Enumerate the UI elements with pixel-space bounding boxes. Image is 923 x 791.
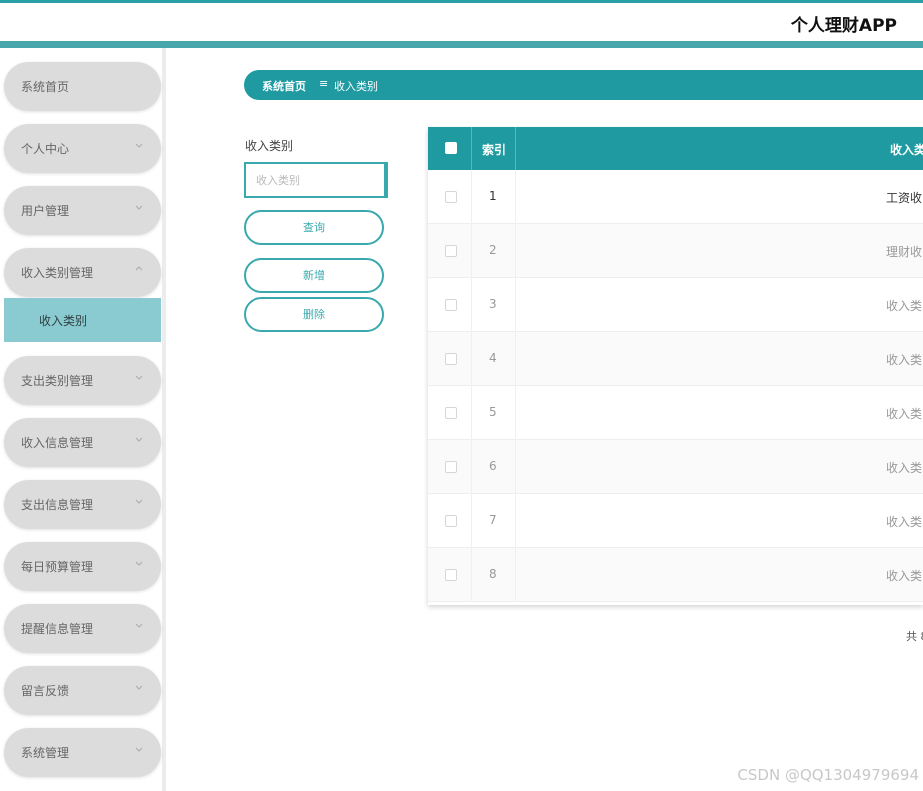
- sidebar-item-feedback[interactable]: 留言反馈: [4, 666, 161, 715]
- table-row[interactable]: 8 收入类: [428, 548, 923, 602]
- row-checkbox[interactable]: [445, 569, 457, 581]
- watermark: CSDN @QQ1304979694: [737, 766, 919, 784]
- row-checkbox[interactable]: [445, 515, 457, 527]
- row-index: 6: [489, 459, 497, 473]
- sidebar-item-label: 收入信息管理: [21, 436, 94, 450]
- sidebar-item-expense-category-management[interactable]: 支出类别管理: [4, 356, 161, 405]
- delete-button[interactable]: 删除: [244, 297, 384, 332]
- sidebar-item-label: 每日预算管理: [21, 560, 94, 574]
- table-row[interactable]: 2 理财收: [428, 224, 923, 278]
- row-name: 收入类: [886, 299, 923, 313]
- breadcrumb-separator: ≡: [319, 77, 329, 90]
- chevron-down-icon: [135, 143, 143, 148]
- sidebar-item-daily-budget-management[interactable]: 每日预算管理: [4, 542, 161, 591]
- row-index: 4: [489, 351, 497, 365]
- sidebar-subitem-label: 收入类别: [39, 314, 88, 328]
- add-button[interactable]: 新增: [244, 258, 384, 293]
- row-name: 收入类: [886, 353, 923, 367]
- row-index: 7: [489, 513, 497, 527]
- row-index: 3: [489, 297, 497, 311]
- header-bottom-line: [0, 41, 923, 48]
- table-row[interactable]: 6 收入类: [428, 440, 923, 494]
- sidebar-item-reminder-management[interactable]: 提醒信息管理: [4, 604, 161, 653]
- chevron-down-icon: [135, 747, 143, 752]
- row-name: 理财收: [886, 245, 923, 259]
- sidebar-item-income-info-management[interactable]: 收入信息管理: [4, 418, 161, 467]
- sidebar-item-label: 用户管理: [21, 204, 70, 218]
- search-input[interactable]: [244, 162, 388, 198]
- table-row[interactable]: 4 收入类: [428, 332, 923, 386]
- row-checkbox[interactable]: [445, 461, 457, 473]
- sidebar-item-label: 系统管理: [21, 746, 70, 760]
- sidebar-item-expense-info-management[interactable]: 支出信息管理: [4, 480, 161, 529]
- sidebar-item-label: 系统首页: [21, 80, 70, 94]
- sidebar-item-personal-center[interactable]: 个人中心: [4, 124, 161, 173]
- sidebar-item-label: 个人中心: [21, 142, 70, 156]
- table-row[interactable]: 7 收入类: [428, 494, 923, 548]
- chevron-down-icon: [135, 437, 143, 442]
- sidebar-item-label: 提醒信息管理: [21, 622, 94, 636]
- chevron-down-icon: [135, 623, 143, 628]
- header-checkbox-cell: [428, 127, 472, 170]
- row-checkbox[interactable]: [445, 407, 457, 419]
- column-header-index: 索引: [482, 143, 507, 157]
- row-name: 收入类: [886, 461, 923, 475]
- table-row[interactable]: 5 收入类: [428, 386, 923, 440]
- row-checkbox[interactable]: [445, 245, 457, 257]
- breadcrumb-current: 收入类别: [334, 80, 378, 93]
- row-name: 收入类: [886, 515, 923, 529]
- data-table: 索引 收入类 1 工资收 2 理财收 3 收入类 4 收入类 5 收入类 6 收…: [428, 127, 923, 605]
- sidebar-item-income-category-management[interactable]: 收入类别管理: [4, 248, 161, 297]
- chevron-down-icon: [135, 375, 143, 380]
- sidebar-item-system-management[interactable]: 系统管理: [4, 728, 161, 777]
- row-checkbox[interactable]: [445, 191, 457, 203]
- table-row[interactable]: 3 收入类: [428, 278, 923, 332]
- sidebar-subitem-income-category[interactable]: 收入类别: [4, 298, 161, 342]
- sidebar-item-label: 支出信息管理: [21, 498, 94, 512]
- row-name: 收入类: [886, 569, 923, 583]
- row-index: 5: [489, 405, 497, 419]
- sidebar-item-user-management[interactable]: 用户管理: [4, 186, 161, 235]
- breadcrumb: 系统首页 ≡ 收入类别: [244, 70, 923, 100]
- chevron-down-icon: [135, 205, 143, 210]
- row-index: 8: [489, 567, 497, 581]
- table-header: 索引 收入类: [428, 127, 923, 170]
- chevron-down-icon: [135, 499, 143, 504]
- sidebar-item-home[interactable]: 系统首页: [4, 62, 161, 111]
- column-header-name: 收入类: [890, 143, 923, 157]
- select-all-checkbox[interactable]: [445, 142, 457, 154]
- header-index-cell: 索引: [472, 127, 516, 170]
- row-name: 工资收: [886, 191, 923, 205]
- row-checkbox[interactable]: [445, 353, 457, 365]
- header-top-line: [0, 0, 923, 3]
- sidebar-item-label: 留言反馈: [21, 684, 70, 698]
- row-index: 1: [489, 189, 497, 203]
- top-header: 个人理财APP: [0, 0, 923, 48]
- app-title: 个人理财APP: [790, 16, 897, 36]
- query-button[interactable]: 查询: [244, 210, 384, 245]
- row-name: 收入类: [886, 407, 923, 421]
- sidebar-item-label: 收入类别管理: [21, 266, 94, 280]
- chevron-up-icon: [135, 266, 143, 271]
- search-label: 收入类别: [245, 139, 294, 153]
- row-checkbox[interactable]: [445, 299, 457, 311]
- breadcrumb-home-link[interactable]: 系统首页: [262, 78, 306, 94]
- pagination-total: 共 8: [906, 630, 923, 643]
- sidebar-item-label: 支出类别管理: [21, 374, 94, 388]
- chevron-down-icon: [135, 561, 143, 566]
- row-index: 2: [489, 243, 497, 257]
- sidebar: 系统首页 个人中心 用户管理 收入类别管理 收入类别 支出类别管理 收入信息管理…: [0, 48, 166, 791]
- chevron-down-icon: [135, 685, 143, 690]
- table-row[interactable]: 1 工资收: [428, 170, 923, 224]
